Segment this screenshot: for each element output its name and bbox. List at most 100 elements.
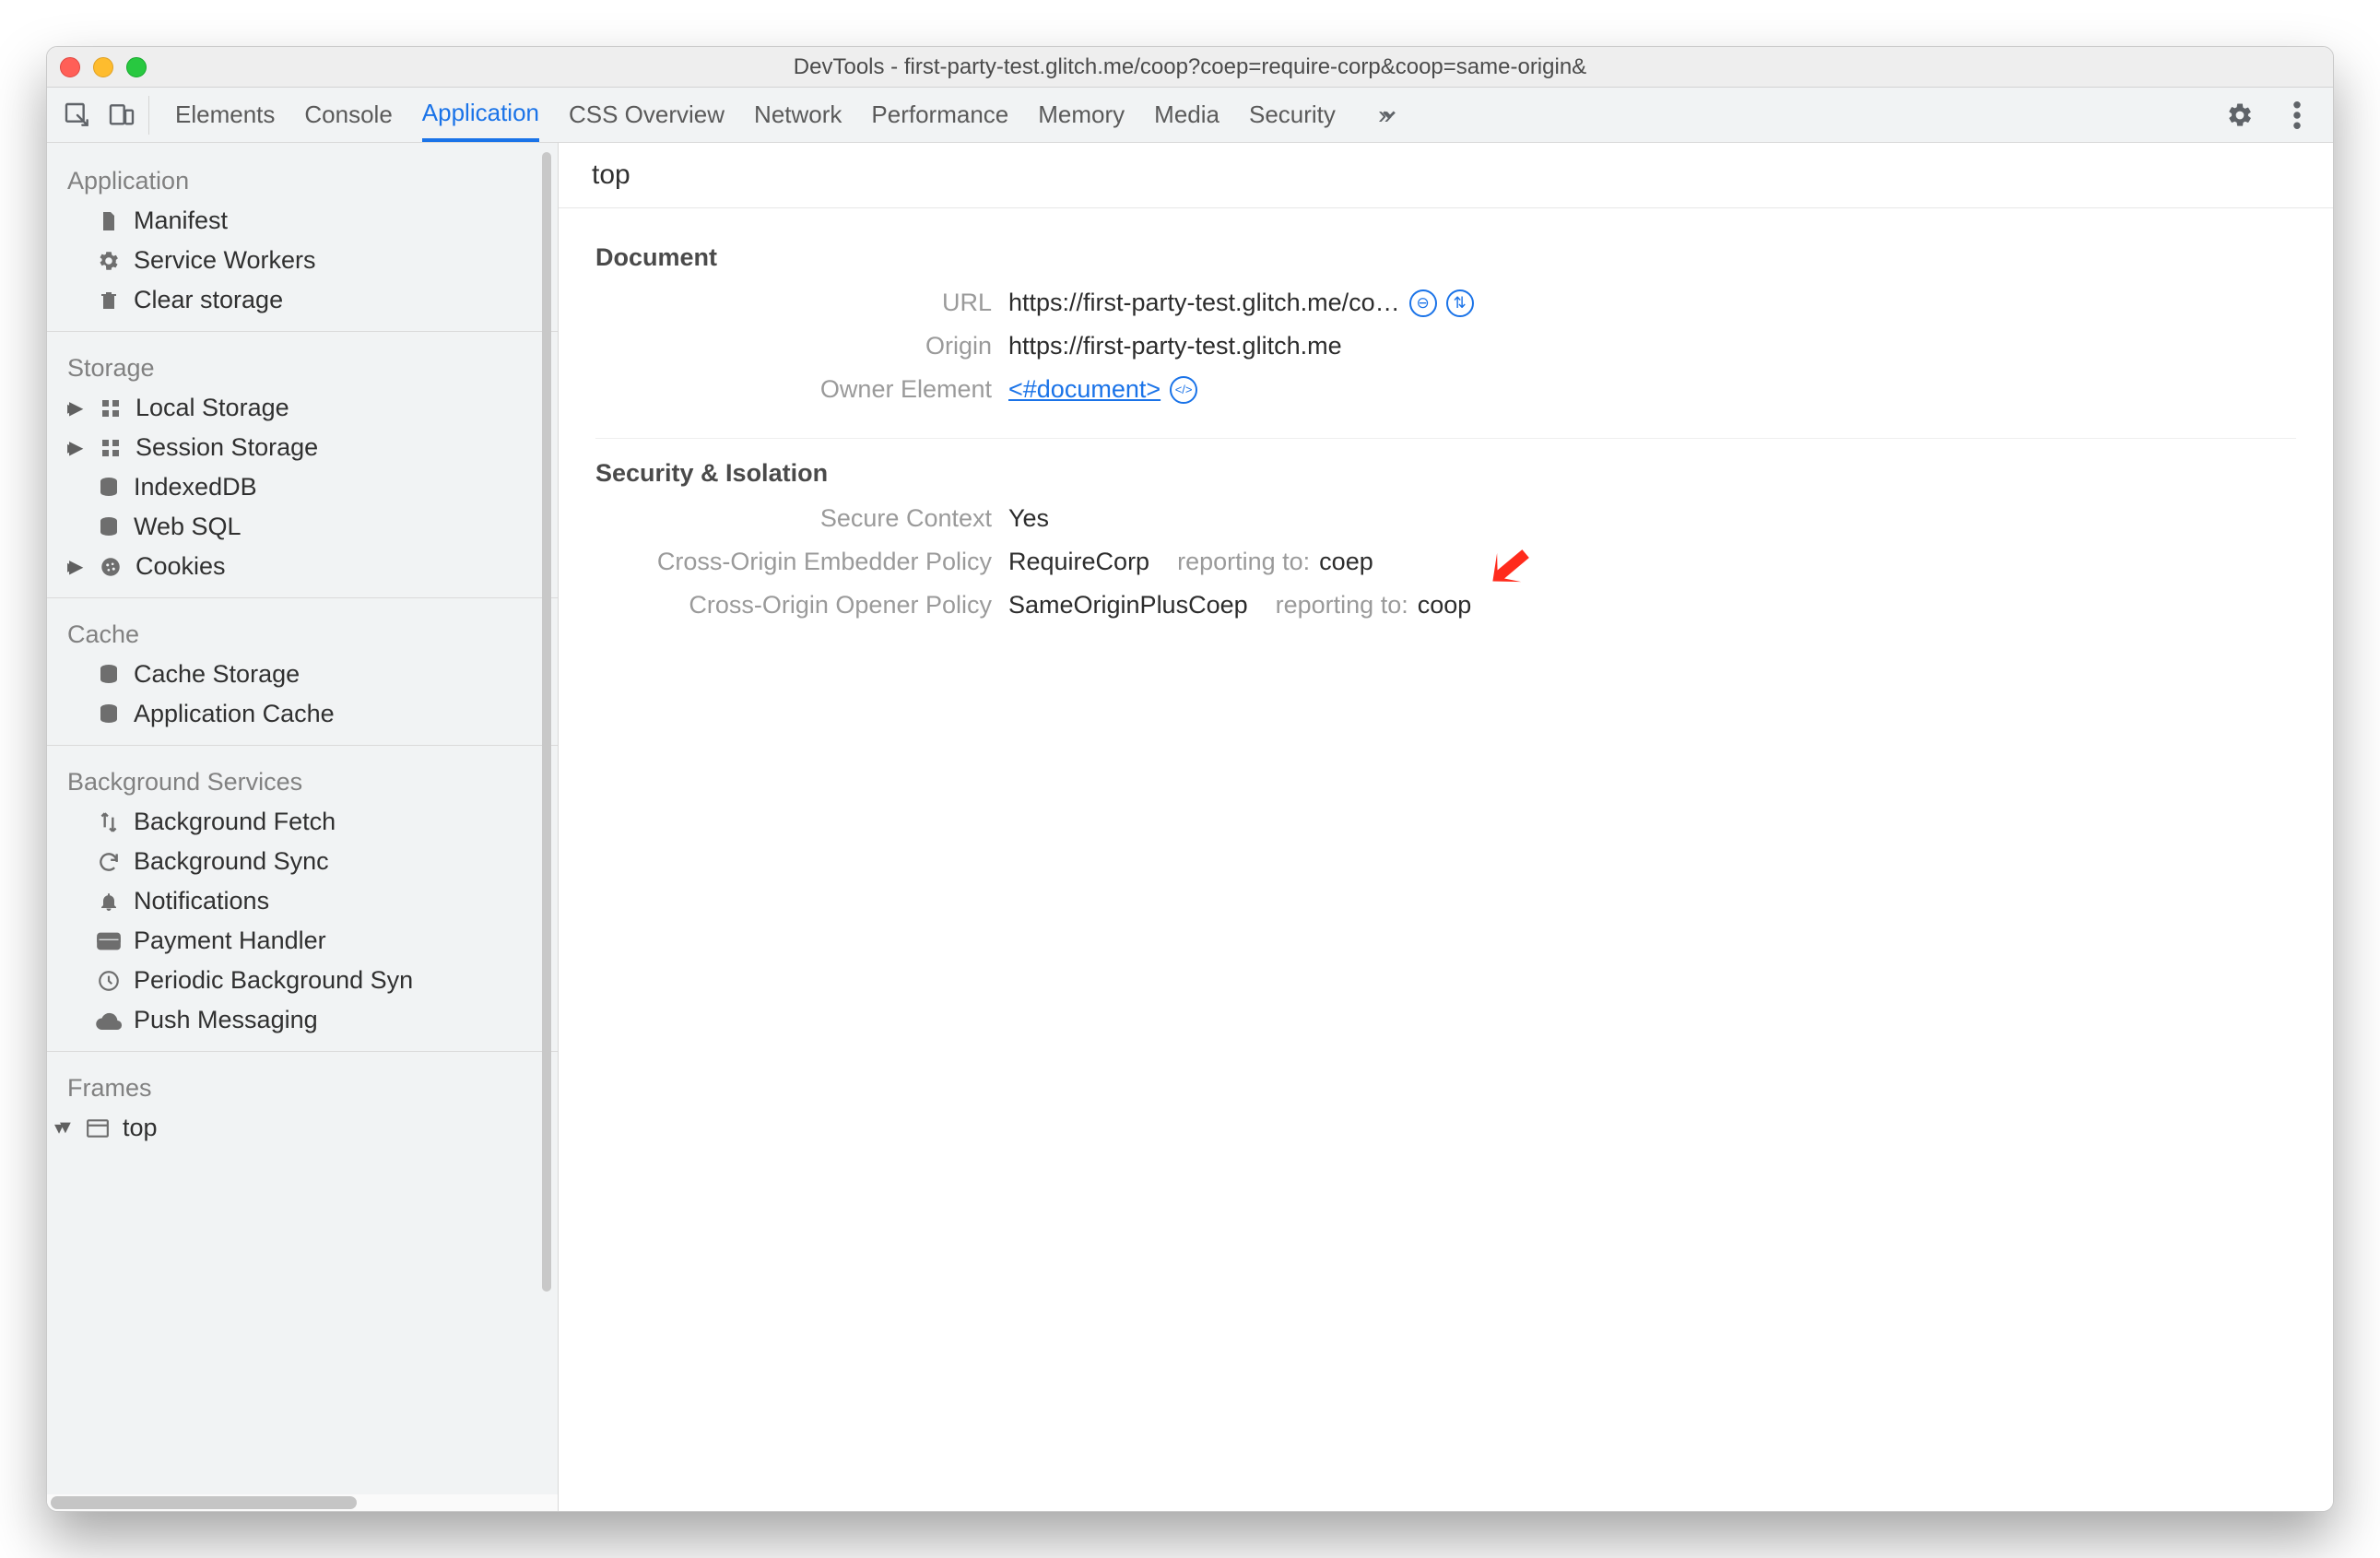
tab-performance[interactable]: Performance [871,88,1008,142]
section-heading: Document [595,243,2296,272]
sidebar-item-cookies[interactable]: ▶Cookies [47,547,558,586]
grid-icon [97,434,124,462]
sidebar-item-label: Notifications [134,887,269,915]
sidebar-horizontal-scrollbar[interactable] [47,1494,558,1511]
sidebar-item-payment-handler[interactable]: Payment Handler [47,921,558,961]
detail-row-cross-origin-embedder-policy: Cross-Origin Embedder Policy RequireCorp r… [595,548,2296,576]
reveal-icon[interactable]: ⇅ [1446,289,1474,317]
sidebar-group-application: Application [47,156,558,201]
sidebar-group-frames: Frames [47,1063,558,1108]
sidebar-item-label: Session Storage [135,433,318,462]
section-heading: Security & Isolation [595,459,2296,488]
sidebar-item-label: Clear storage [134,286,283,314]
sidebar-item-label: Background Sync [134,847,329,876]
updown-icon [95,809,123,836]
reporting-to-target: coep [1319,548,1373,576]
sidebar-item-application-cache[interactable]: Application Cache [47,694,558,734]
device-toolbar-icon[interactable] [104,98,139,133]
sidebar-item-label: top [123,1114,158,1142]
db-icon [95,513,123,541]
tab-network[interactable]: Network [754,88,842,142]
detail-key: Cross-Origin Opener Policy [595,591,992,620]
sidebar-vertical-scrollbar[interactable] [539,152,554,1446]
detail-value-text: RequireCorp [1008,548,1149,576]
sidebar-item-label: IndexedDB [134,473,257,502]
detail-value: <#document> </> [1008,375,1197,404]
sidebar-item-label: Periodic Background Syn [134,966,413,995]
detail-row-cross-origin-opener-policy: Cross-Origin Opener Policy SameOriginPlus… [595,591,2296,620]
db-icon [95,701,123,728]
detail-value-text: Yes [1008,504,1049,533]
sidebar-item-clear-storage[interactable]: Clear storage [47,280,558,320]
window-title: DevTools - first-party-test.glitch.me/co… [47,54,2333,80]
reporting-to-label: reporting to: [1276,591,1408,620]
inspect-element-icon[interactable] [60,98,95,133]
tab-elements[interactable]: Elements [175,88,275,142]
sidebar-item-push-messaging[interactable]: Push Messaging [47,1000,558,1040]
sidebar-item-cache-storage[interactable]: Cache Storage [47,655,558,694]
frame-detail-panel: top DocumentURLhttps://first-party-test.… [559,143,2333,1511]
sidebar-item-top[interactable]: ▼top [47,1108,558,1148]
sidebar-item-session-storage[interactable]: ▶Session Storage [47,428,558,467]
owner-element-link[interactable]: <#document> [1008,375,1161,404]
window-icon [84,1115,112,1142]
application-sidebar: Application Manifest Service Workers Clear … [47,143,559,1511]
sidebar-item-periodic-background-syn[interactable]: Periodic Background Syn [47,961,558,1000]
more-options-icon[interactable] [2280,98,2315,133]
sidebar-item-background-fetch[interactable]: Background Fetch [47,802,558,842]
card-icon [95,927,123,955]
detail-value-text: SameOriginPlusCoep [1008,591,1248,620]
code-icon[interactable]: </> [1170,376,1197,404]
detail-value: Yes [1008,504,1049,533]
sidebar-item-local-storage[interactable]: ▶ Local Storage [47,388,558,428]
detail-value: https://first-party-test.glitch.me/co…⊖⇅ [1008,289,1474,317]
sidebar-item-label: Application Cache [134,700,335,728]
detail-key: Owner Element [595,375,992,404]
cookie-icon [97,553,124,581]
sidebar-group-cache: Cache [47,609,558,655]
sidebar-item-label: Web SQL [134,513,242,541]
tab-security[interactable]: Security [1249,88,1336,142]
bell-icon [95,888,123,915]
sync-icon [95,848,123,876]
db-icon [95,661,123,689]
devtools-panel-tabs: Elements Console Application CSS Overview Ne… [47,88,2333,143]
sidebar-group-storage: Storage [47,343,558,388]
trash-icon [95,287,123,314]
sidebar-item-service-workers[interactable]: Service Workers [47,241,558,280]
sidebar-item-label: Local Storage [135,394,289,422]
frame-title: top [559,143,2333,208]
sidebar-item-web-sql[interactable]: Web SQL [47,507,558,547]
sidebar-item-background-sync[interactable]: Background Sync [47,842,558,881]
tab-media[interactable]: Media [1154,88,1219,142]
sidebar-item-notifications[interactable]: Notifications [47,881,558,921]
detail-row-owner-element: Owner Element <#document> </> [595,375,2296,404]
detail-key: Cross-Origin Embedder Policy [595,548,992,576]
detail-value: https://first-party-test.glitch.me [1008,332,1342,360]
reporting-to-label: reporting to: [1177,548,1310,576]
copy-icon[interactable]: ⊖ [1409,289,1437,317]
detail-row-secure-context: Secure Context Yes [595,504,2296,533]
sidebar-item-label: Push Messaging [134,1006,318,1034]
sidebar-item-label: Manifest [134,207,228,235]
chevron-right-icon: ▶ [69,396,86,419]
sidebar-item-label: Payment Handler [134,927,326,955]
detail-value: RequireCorp reporting to: coep [1008,548,1373,576]
detail-key: URL [595,289,992,317]
titlebar: DevTools - first-party-test.glitch.me/co… [47,47,2333,88]
detail-value: SameOriginPlusCoepreporting to: coop [1008,591,1471,620]
tab-application[interactable]: Application [422,88,539,142]
sidebar-item-label: Cache Storage [134,660,300,689]
more-tabs-icon[interactable]: » [1367,98,1402,133]
detail-key: Secure Context [595,504,992,533]
sidebar-item-indexeddb[interactable]: IndexedDB [47,467,558,507]
detail-key: Origin [595,332,992,360]
sidebar-item-manifest[interactable]: Manifest [47,201,558,241]
detail-row-url: URLhttps://first-party-test.glitch.me/co… [595,289,2296,317]
devtools-window: DevTools - first-party-test.glitch.me/co… [46,46,2334,1512]
settings-icon[interactable] [2222,98,2257,133]
tab-console[interactable]: Console [304,88,392,142]
tab-css-overview[interactable]: CSS Overview [569,88,725,142]
cloud-icon [95,1007,123,1034]
tab-memory[interactable]: Memory [1038,88,1125,142]
